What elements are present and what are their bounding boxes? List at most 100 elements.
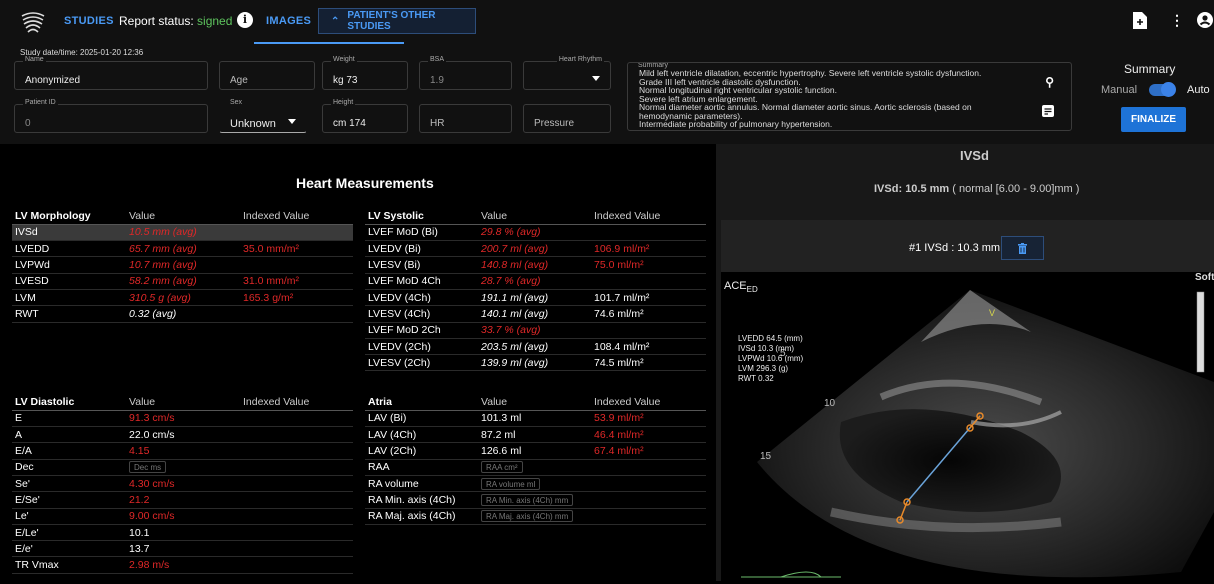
value-input-cell: RAA cm² (478, 459, 591, 476)
measure-name-cell: E/A (12, 442, 126, 460)
table-row[interactable]: Se' 4.30 cm/s (12, 475, 353, 493)
column-header: Indexed Value (240, 208, 353, 225)
value-input[interactable]: RA Maj. axis (4Ch) mm (481, 510, 574, 523)
measure-name-cell: LVESV (2Ch) (365, 354, 478, 372)
table-row[interactable]: LVEDV (4Ch) 191.1 ml (avg) 101.7 ml/m² (365, 289, 706, 307)
sex-select[interactable]: Sex Unknown (219, 99, 307, 133)
table-row[interactable]: LVEDV (2Ch) 203.5 ml (avg) 108.4 ml/m² (365, 338, 706, 356)
summary-textarea[interactable]: Summary Mild left ventricle dilatation, … (627, 62, 1072, 131)
table-row[interactable]: LVEF MoD (Bi) 29.8 % (avg) (365, 224, 706, 242)
table-row[interactable]: E 91.3 cm/s (12, 410, 353, 428)
table-row[interactable]: E/Le' 10.1 (12, 524, 353, 542)
table-row[interactable]: LAV (2Ch) 126.6 ml 67.4 ml/m² (365, 442, 706, 460)
summary-mode-toggle[interactable] (1149, 82, 1176, 97)
value-cell: 101.3 ml (478, 410, 591, 428)
name-field[interactable]: Name Anonymized (14, 56, 208, 90)
table-row[interactable]: IVSd 10.5 mm (avg) (12, 224, 353, 242)
lv-morphology-table: LV Morphology Value Indexed Value IVSd 10.5 … (12, 208, 353, 323)
column-header: Value (126, 208, 240, 225)
table-row[interactable]: LVEF MoD 4Ch 28.7 % (avg) (365, 273, 706, 290)
sex-label: Sex (228, 99, 245, 106)
dropdown-caret-icon (592, 76, 600, 81)
note-icon[interactable] (1042, 105, 1054, 117)
value-cell: 4.30 cm/s (126, 475, 240, 493)
table-row[interactable]: RA Maj. axis (4Ch) RA Maj. axis (4Ch) mm (365, 508, 706, 525)
table-row[interactable]: LVESD 58.2 mm (avg) 31.0 mm/m² (12, 273, 353, 290)
export-file-icon[interactable] (1133, 12, 1147, 29)
measure-name-cell: RAA (365, 459, 478, 476)
table-row[interactable]: A 22.0 cm/s (12, 426, 353, 444)
measurement-item: #1 IVSd : 10.3 mm (909, 242, 1001, 254)
table-row[interactable]: LAV (Bi) 101.3 ml 53.9 ml/m² (365, 410, 706, 428)
patient-other-studies-button[interactable]: ⌃ PATIENT'S OTHER STUDIES (318, 8, 476, 34)
table-row[interactable]: LVEDD 65.7 mm (avg) 35.0 mm/m² (12, 240, 353, 258)
heart-rhythm-select[interactable]: Heart Rhythm (523, 56, 611, 90)
table-header: LV Systolic Value Indexed Value (365, 208, 706, 225)
more-vert-icon[interactable]: ⋮ (1170, 12, 1184, 29)
column-header: Indexed Value (240, 394, 353, 411)
table-row[interactable]: RAA RAA cm² (365, 459, 706, 476)
age-field[interactable]: Age (219, 61, 315, 90)
ultrasound-image[interactable]: 5 10 15 V (721, 272, 1214, 581)
table-row[interactable]: LVESV (4Ch) 140.1 ml (avg) 74.6 ml/m² (365, 305, 706, 323)
table-row[interactable]: Le' 9.00 cm/s (12, 508, 353, 525)
pressure-field[interactable]: Pressure (523, 104, 611, 133)
hr-field[interactable]: HR (419, 104, 512, 133)
table-row[interactable]: LVESV (Bi) 140.8 ml (avg) 75.0 ml/m² (365, 256, 706, 274)
indexed-value-cell (240, 305, 353, 323)
table-row[interactable]: Dec Dec ms (12, 459, 353, 476)
value-input[interactable]: Dec ms (129, 461, 167, 474)
app-logo-icon[interactable] (20, 11, 46, 35)
table-row[interactable]: RA volume RA volume ml (365, 475, 706, 493)
value-input[interactable]: RA volume ml (481, 477, 541, 490)
table-row[interactable]: E/Se' 21.2 (12, 491, 353, 509)
zoom-in-icon[interactable]: ⚲ (1045, 75, 1054, 89)
info-icon[interactable]: i (237, 12, 253, 28)
finalize-button[interactable]: FINALIZE (1121, 107, 1186, 132)
nav-studies[interactable]: STUDIES (64, 15, 114, 27)
account-icon[interactable] (1197, 12, 1213, 28)
table-row[interactable]: E/A 4.15 (12, 442, 353, 460)
measure-name-cell: LAV (4Ch) (365, 426, 478, 444)
table-row[interactable]: LAV (4Ch) 87.2 ml 46.4 ml/m² (365, 426, 706, 444)
weight-field[interactable]: Weight kg 73 (322, 56, 408, 90)
value-cell: 10.1 (126, 524, 240, 542)
table-row[interactable]: RWT 0.32 (avg) (12, 305, 353, 323)
measure-name-cell: RWT (12, 305, 126, 323)
measure-name-cell: LVEF MoD 4Ch (365, 273, 478, 290)
value-cell: 139.9 ml (avg) (478, 354, 591, 372)
value-input[interactable]: RAA cm² (481, 461, 523, 474)
table-row[interactable]: LVEDV (Bi) 200.7 ml (avg) 106.9 ml/m² (365, 240, 706, 258)
patient-id-field[interactable]: Patient ID 0 (14, 99, 208, 133)
nav-images[interactable]: IMAGES (266, 15, 311, 27)
indexed-value-cell: 108.4 ml/m² (591, 338, 706, 356)
name-value: Anonymized (25, 75, 81, 86)
column-header: Indexed Value (591, 394, 706, 411)
overlay-line: LVEDD 64.5 (mm) (738, 334, 803, 343)
indexed-value-cell (240, 491, 353, 509)
table-row[interactable]: LVEF MoD 2Ch 33.7 % (avg) (365, 322, 706, 339)
delete-measurement-button[interactable] (1001, 236, 1044, 260)
table-row[interactable]: LVPWd 10.7 mm (avg) (12, 256, 353, 274)
table-row[interactable]: E/e' 13.7 (12, 540, 353, 558)
overlay-line: LVPWd 10.6 (mm) (738, 354, 804, 363)
indexed-value-cell (240, 508, 353, 525)
selected-measure-summary: IVSd: 10.5 mm ( normal [6.00 - 9.00]mm ) (874, 183, 1079, 195)
table-row[interactable]: LVM 310.5 g (avg) 165.3 g/m² (12, 289, 353, 307)
summary-line: Normal diameter aortic annulus. Normal d… (639, 102, 972, 121)
table-row[interactable]: RA Min. axis (4Ch) RA Min. axis (4Ch) mm (365, 491, 706, 509)
height-field[interactable]: Height cm 174 (322, 99, 408, 133)
measure-name-cell: TR Vmax (12, 556, 126, 574)
lv-systolic-table: LV Systolic Value Indexed Value LVEF MoD (B… (365, 208, 706, 372)
column-header: Value (126, 394, 240, 411)
table-row[interactable]: LVESV (2Ch) 139.9 ml (avg) 74.5 ml/m² (365, 354, 706, 372)
value-cell: 191.1 ml (avg) (478, 289, 591, 307)
measure-name-cell: LAV (Bi) (365, 410, 478, 428)
value-input[interactable]: RA Min. axis (4Ch) mm (481, 493, 574, 506)
overlay-line: IVSd 10.3 (mm) (738, 344, 795, 353)
report-status: Report status: signed (119, 14, 232, 28)
indexed-value-cell (240, 475, 353, 493)
measure-name-cell: LVEF MoD 2Ch (365, 322, 478, 339)
table-row[interactable]: TR Vmax 2.98 m/s (12, 556, 353, 574)
value-cell: 22.0 cm/s (126, 426, 240, 444)
